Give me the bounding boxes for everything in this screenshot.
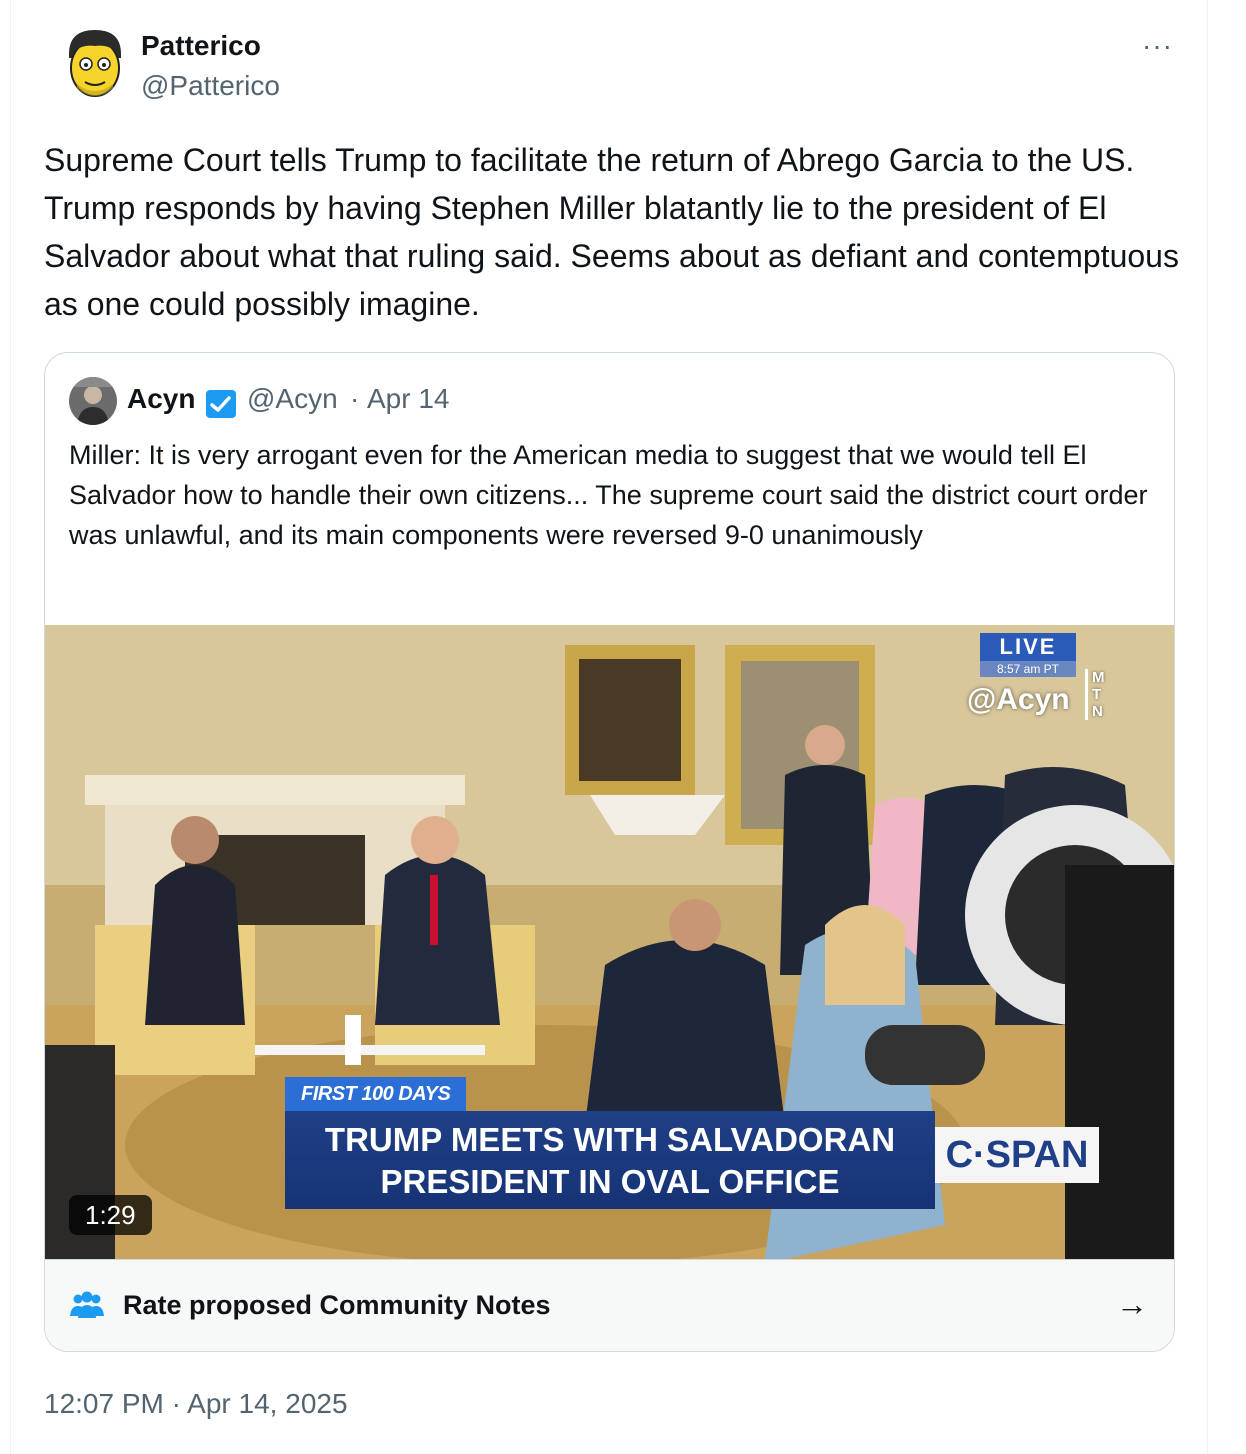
community-notes-label: Rate proposed Community Notes xyxy=(123,1290,551,1320)
quote-author-handle[interactable]: @Acyn xyxy=(247,383,338,415)
people-icon xyxy=(69,1290,105,1320)
tweet-timestamp[interactable]: 12:07 PM · Apr 14, 2025 xyxy=(44,1388,348,1420)
video-player[interactable]: LIVE 8:57 am PT @Acyn M T N FIRST 100 DA… xyxy=(45,625,1174,1259)
arrow-right-icon: → xyxy=(1116,1286,1148,1322)
live-badge: LIVE xyxy=(980,633,1076,661)
chyron-line-1: TRUMP MEETS WITH SALVADORAN xyxy=(324,1121,896,1158)
quote-date[interactable]: Apr 14 xyxy=(367,383,450,415)
quote-author-name[interactable]: Acyn xyxy=(127,383,195,415)
video-duration: 1:29 xyxy=(69,1195,152,1235)
author-name[interactable]: Patterico xyxy=(141,30,261,62)
author-handle[interactable]: @Patterico xyxy=(141,70,280,102)
quoted-tweet[interactable]: Acyn @Acyn · Apr 14 Miller: It is very a… xyxy=(44,352,1175,1352)
quote-avatar[interactable] xyxy=(69,377,117,425)
verified-badge-icon xyxy=(205,389,237,419)
quote-text: Miller: It is very arrogant even for the… xyxy=(69,440,1148,550)
network-logo: C·SPAN xyxy=(935,1127,1099,1183)
tweet-card: Patterico @Patterico ··· Supreme Court t… xyxy=(10,0,1208,1454)
tweet-text: Supreme Court tells Trump to facilitate … xyxy=(44,142,1179,322)
separator-dot: · xyxy=(350,383,360,414)
chyron-line-2: PRESIDENT IN OVAL OFFICE xyxy=(380,1163,840,1200)
community-notes-button[interactable]: Rate proposed Community Notes → xyxy=(45,1259,1174,1351)
live-time: 8:57 am PT xyxy=(980,661,1076,677)
chyron-tag: FIRST 100 DAYS xyxy=(285,1077,467,1111)
chyron-headline: TRUMP MEETS WITH SALVADORAN PRESIDENT IN… xyxy=(285,1111,935,1209)
watermark-handle: @Acyn xyxy=(967,683,1070,716)
more-options-icon[interactable]: ··· xyxy=(1142,30,1173,62)
mtn-logo: M T N xyxy=(1085,669,1105,720)
author-avatar[interactable] xyxy=(55,24,135,104)
